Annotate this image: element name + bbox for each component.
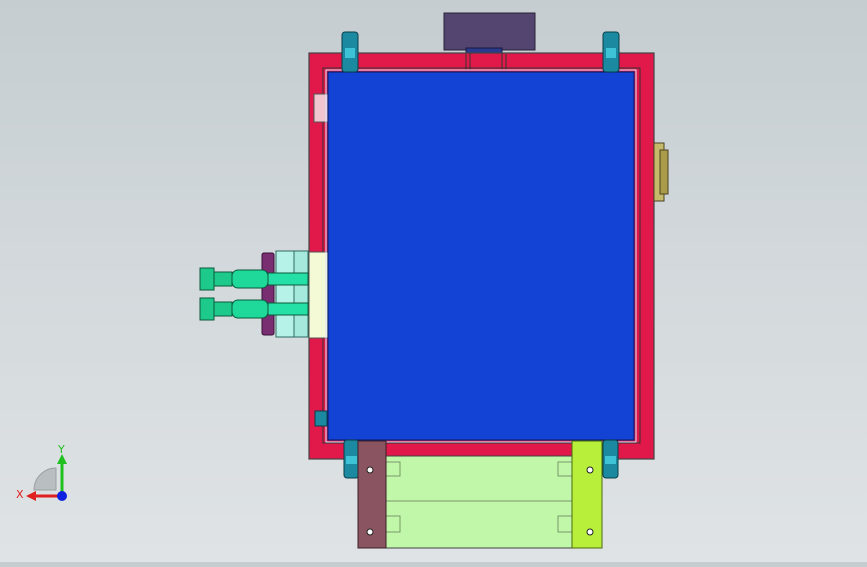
x-axis-arrow (26, 491, 36, 501)
bottom-tray[interactable] (385, 455, 573, 549)
coordinate-triad[interactable]: X Y (12, 440, 82, 510)
bracket-top-right[interactable] (602, 31, 620, 73)
model-view[interactable] (0, 0, 867, 562)
top-block[interactable] (443, 12, 536, 51)
blue-panel[interactable] (327, 71, 635, 441)
z-axis-dot (57, 491, 67, 501)
bracket-bottom-right[interactable] (602, 439, 619, 479)
manifold-block-2 (293, 250, 309, 338)
triad-arc (33, 467, 57, 491)
clamp-plate[interactable] (261, 252, 275, 336)
bottom-left-nub (314, 410, 328, 427)
bracket-bottom-left[interactable] (343, 439, 360, 479)
manifold-block[interactable] (275, 250, 295, 338)
bracket-top-left[interactable] (341, 31, 359, 73)
rail-left[interactable] (357, 440, 387, 549)
rail-right[interactable] (571, 440, 603, 549)
y-axis-label: Y (57, 443, 65, 456)
left-slot (308, 251, 329, 339)
side-button[interactable] (653, 142, 669, 202)
x-axis-label: X (16, 488, 24, 501)
cad-viewport[interactable]: X Y (0, 0, 867, 562)
